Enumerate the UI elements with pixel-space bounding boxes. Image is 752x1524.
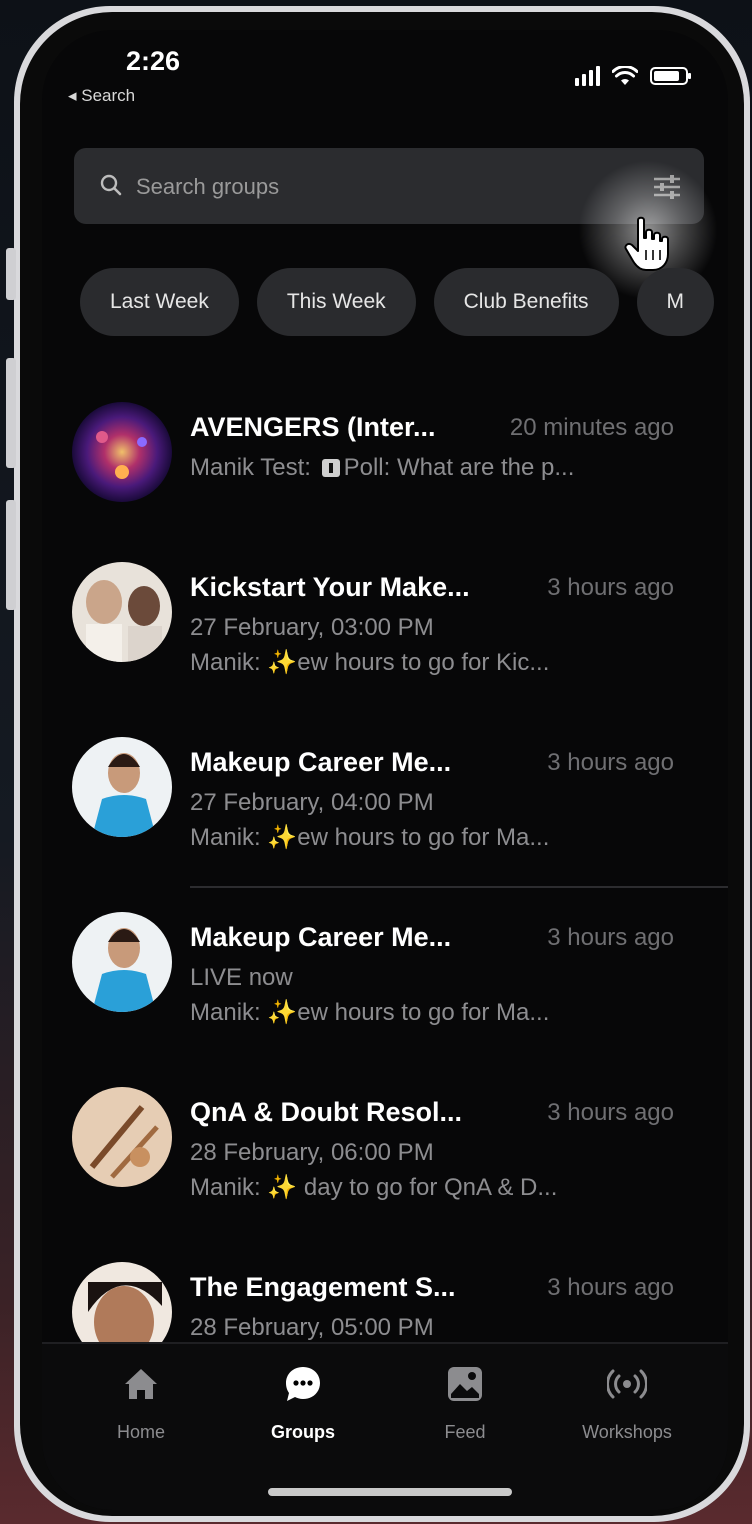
group-time: 3 hours ago (547, 1099, 674, 1126)
group-last-message: Manik: ✨ew hours to go for Ma... (190, 824, 550, 851)
group-title: Makeup Career Me... (190, 922, 452, 952)
image-icon (448, 1367, 482, 1401)
bottom-tab-bar: Home Groups Feed Workshops (42, 1342, 728, 1510)
group-schedule: 28 February, 06:00 PM (190, 1139, 434, 1166)
group-avatar (72, 402, 172, 502)
group-row[interactable]: The Engagement S... 3 hours ago 28 Febru… (42, 1250, 728, 1342)
sparkle-icon: ✨ (267, 649, 298, 676)
group-row[interactable]: Makeup Career Me... 3 hours ago 27 Febru… (42, 725, 728, 895)
home-icon (125, 1369, 157, 1399)
home-indicator[interactable] (268, 1488, 512, 1496)
chip-club-benefits[interactable]: Club Benefits (433, 268, 619, 336)
sparkle-icon: ✨ (267, 999, 298, 1026)
tab-groups[interactable]: Groups (228, 1364, 378, 1443)
tab-home[interactable]: Home (66, 1364, 216, 1443)
poll-icon (321, 459, 340, 477)
group-title: Kickstart Your Make... (190, 572, 470, 602)
chip-last-week[interactable]: Last Week (80, 268, 239, 336)
status-time: 2:26 (126, 46, 181, 76)
battery-icon (650, 67, 691, 85)
message-sender: Manik Test: (190, 454, 318, 481)
tab-label: Feed (444, 1422, 486, 1442)
group-title: AVENGERS (Inter... (190, 412, 436, 442)
volume-down-button (6, 500, 16, 610)
group-row[interactable]: QnA & Doubt Resol... 3 hours ago 28 Febr… (42, 1075, 728, 1245)
group-avatar (72, 912, 172, 1012)
group-last-message: Manik: ✨ day to go for QnA & D... (190, 1174, 558, 1201)
wifi-icon (612, 66, 638, 85)
group-title: Makeup Career Me... (190, 747, 452, 777)
message-text: Poll: What are the p... (343, 454, 575, 481)
group-last-message: Manik: ✨ew hours to go for Kic... (190, 649, 550, 676)
broadcast-icon (607, 1369, 647, 1399)
chip-more[interactable]: M (636, 268, 715, 336)
tab-feed[interactable]: Feed (390, 1364, 540, 1443)
group-title: The Engagement S... (190, 1272, 456, 1302)
status-icons (575, 66, 691, 86)
group-last-message: Manik: ✨ew hours to go for Ma... (190, 999, 550, 1026)
hand-pointer-icon (624, 216, 669, 271)
group-time: 3 hours ago (547, 749, 674, 776)
group-time: 3 hours ago (547, 1274, 674, 1301)
signal-icon (575, 66, 600, 86)
group-schedule: 27 February, 03:00 PM (190, 614, 434, 641)
search-icon (100, 174, 122, 196)
filter-icon[interactable] (652, 174, 682, 200)
group-schedule: 27 February, 04:00 PM (190, 789, 434, 816)
live-status: LIVE now (190, 964, 293, 991)
volume-up-button (6, 358, 16, 468)
group-list: AVENGERS (Inter... 20 minutes ago Manik … (42, 390, 728, 1342)
group-avatar (72, 737, 172, 837)
sparkle-icon: ✨ (267, 1174, 298, 1201)
tab-label: Home (116, 1422, 165, 1442)
back-to-search-link[interactable]: ◂ Search (68, 86, 135, 106)
group-time: 20 minutes ago (509, 414, 674, 441)
tab-workshops[interactable]: Workshops (552, 1364, 702, 1443)
filter-chips: Last Week This Week Club Benefits M (80, 268, 715, 336)
group-row[interactable]: Kickstart Your Make... 3 hours ago 27 Fe… (42, 550, 728, 720)
group-avatar (72, 562, 172, 662)
group-time: 3 hours ago (547, 924, 674, 951)
chat-bubble-icon (286, 1367, 320, 1401)
tab-label: Groups (270, 1422, 335, 1442)
group-time: 3 hours ago (547, 574, 674, 601)
list-divider (190, 886, 728, 888)
group-last-message: Manik Test: Poll: What are the p... (190, 454, 574, 482)
group-avatar (72, 1087, 172, 1187)
mute-switch (6, 248, 16, 300)
tab-label: Workshops (582, 1422, 672, 1442)
group-schedule: 28 February, 05:00 PM (190, 1314, 434, 1341)
search-bar[interactable] (74, 148, 704, 224)
sparkle-icon: ✨ (267, 824, 298, 851)
group-avatar (72, 1262, 172, 1342)
search-input[interactable] (134, 166, 618, 208)
group-title: QnA & Doubt Resol... (190, 1097, 462, 1127)
chip-this-week[interactable]: This Week (256, 268, 416, 336)
group-row[interactable]: Makeup Career Me... 3 hours ago LIVE now… (42, 900, 728, 1070)
app-screen: 2:26 ◂ Search Search groups Last Week Th… (42, 30, 728, 1510)
group-row[interactable]: AVENGERS (Inter... 20 minutes ago Manik … (42, 390, 728, 560)
